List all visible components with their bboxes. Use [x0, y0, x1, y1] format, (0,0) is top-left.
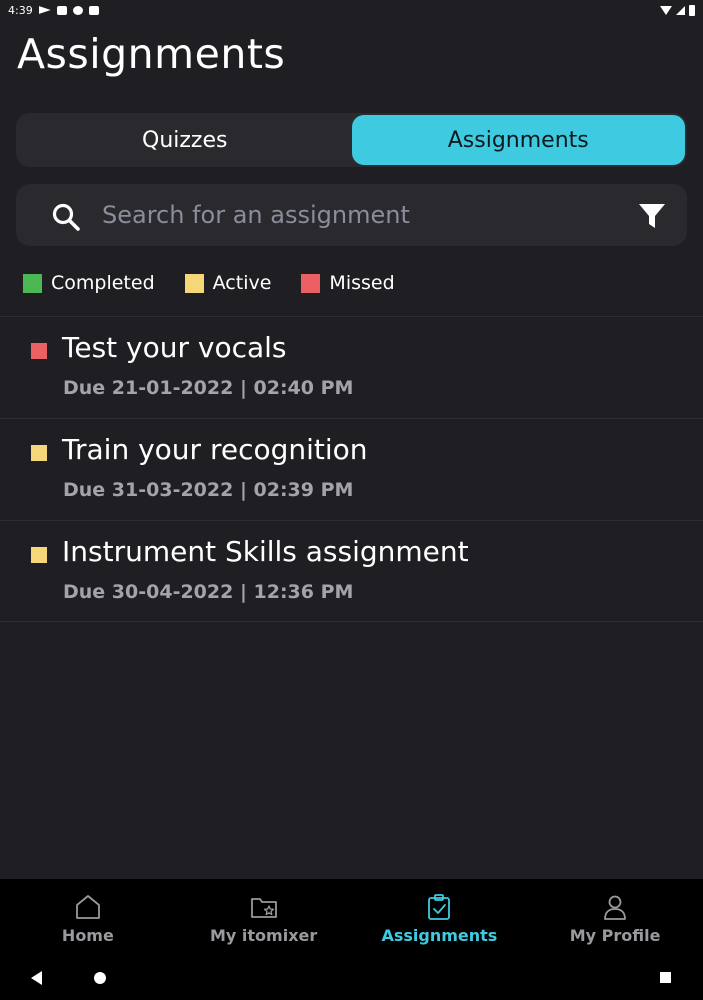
- signal-icon: [676, 5, 685, 15]
- tab-quizzes[interactable]: Quizzes: [18, 115, 352, 165]
- person-icon: [604, 895, 627, 920]
- status-bar: 4:39: [0, 0, 703, 20]
- page-title: Assignments: [17, 30, 286, 78]
- folder-star-icon: [250, 898, 277, 918]
- nav-item-my-profile[interactable]: My Profile: [527, 879, 703, 958]
- legend-label: Completed: [51, 272, 155, 294]
- status-time: 4:39: [8, 3, 33, 17]
- clipboard-check-icon: [428, 894, 451, 920]
- nav-item-my-itomixer[interactable]: My itomixer: [176, 879, 352, 958]
- segmented-tabs: Quizzes Assignments: [16, 113, 687, 167]
- home-icon: [75, 895, 100, 919]
- system-navigation-bar: [0, 958, 703, 1000]
- home-circle-icon[interactable]: [94, 972, 106, 984]
- nav-item-assignments[interactable]: Assignments: [352, 879, 528, 958]
- recent-apps-icon[interactable]: [660, 972, 671, 983]
- app-notification-icon-2: [72, 5, 83, 15]
- legend-item-completed: Completed: [23, 272, 155, 294]
- search-input[interactable]: [102, 196, 612, 234]
- nav-label: Assignments: [381, 926, 498, 945]
- search-icon[interactable]: [50, 201, 82, 233]
- filter-icon[interactable]: [638, 202, 666, 230]
- legend-swatch-missed: [301, 273, 321, 293]
- status-right: [660, 4, 695, 16]
- legend-label: Active: [212, 272, 272, 294]
- play-store-notification-icon: [38, 6, 51, 14]
- status-left: 4:39: [8, 4, 99, 17]
- legend-item-missed: Missed: [301, 272, 395, 294]
- assignment-due-date: Due 30-04-2022 | 12:36 PM: [63, 581, 354, 603]
- sd-card-icon: [88, 5, 99, 15]
- legend-label: Missed: [329, 272, 395, 294]
- legend-item-active: Active: [184, 272, 272, 294]
- assignment-title: Test your vocals: [62, 331, 287, 364]
- search-bar: [16, 184, 687, 246]
- status-legend: Completed Active Missed: [23, 272, 425, 294]
- assignment-title: Instrument Skills assignment: [62, 535, 469, 568]
- legend-swatch-active: [184, 273, 204, 293]
- status-indicator-active: [31, 547, 47, 563]
- assignment-list: Test your vocals Due 21-01-2022 | 02:40 …: [0, 316, 703, 622]
- back-icon[interactable]: [31, 971, 42, 985]
- nav-item-home[interactable]: Home: [0, 879, 176, 958]
- status-indicator-missed: [31, 343, 47, 359]
- status-indicator-active: [31, 445, 47, 461]
- tab-assignments[interactable]: Assignments: [351, 115, 685, 165]
- nav-label: My Profile: [569, 926, 661, 945]
- assignment-title: Train your recognition: [62, 433, 368, 466]
- nav-label: My itomixer: [209, 926, 318, 945]
- assignment-due-date: Due 31-03-2022 | 02:39 PM: [63, 479, 354, 501]
- app-notification-icon: [56, 5, 67, 15]
- bottom-navigation: Home My itomixer Assignments My Profile: [0, 879, 703, 958]
- list-item[interactable]: Train your recognition Due 31-03-2022 | …: [0, 418, 703, 520]
- nav-label: Home: [61, 926, 114, 945]
- legend-swatch-completed: [23, 273, 42, 293]
- battery-icon: [689, 4, 695, 16]
- list-item[interactable]: Instrument Skills assignment Due 30-04-2…: [0, 520, 703, 622]
- wifi-icon: [660, 5, 672, 15]
- list-item[interactable]: Test your vocals Due 21-01-2022 | 02:40 …: [0, 316, 703, 418]
- assignment-due-date: Due 21-01-2022 | 02:40 PM: [63, 377, 354, 399]
